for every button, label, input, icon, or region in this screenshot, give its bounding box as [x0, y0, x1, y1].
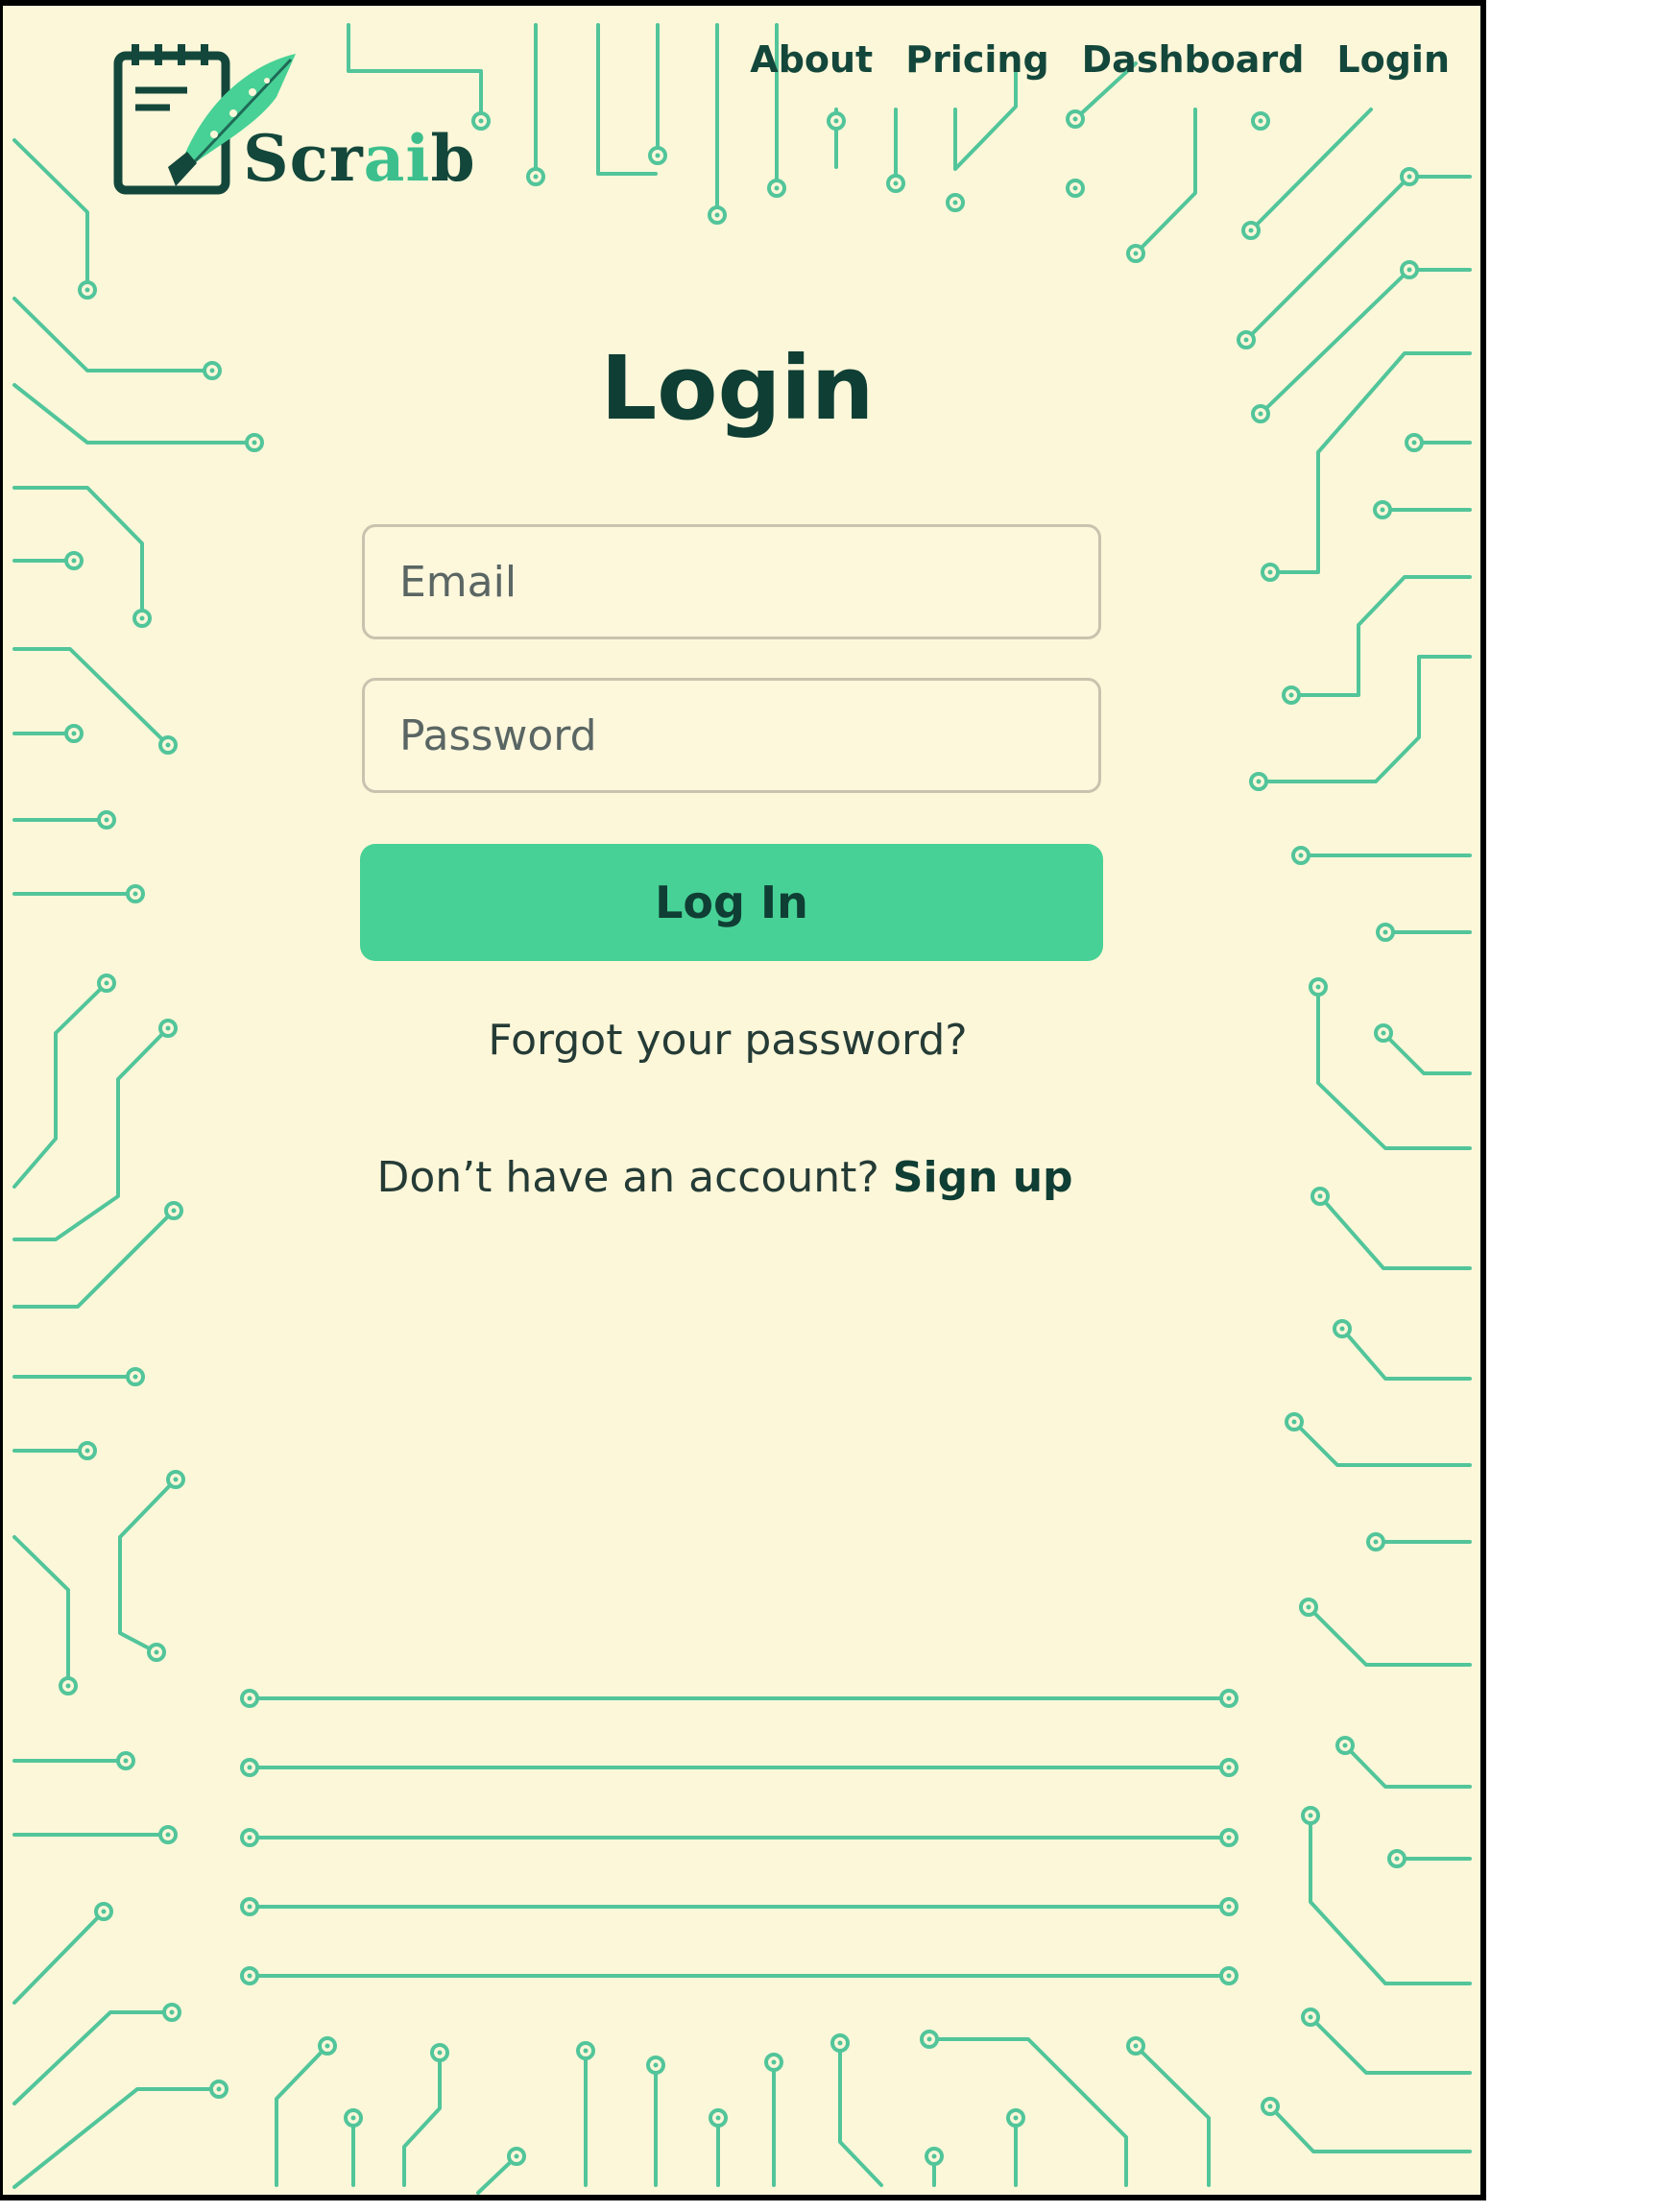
- email-field[interactable]: [362, 524, 1101, 639]
- circuit-background: [12, 23, 1472, 2195]
- brand-name-part: b: [430, 121, 476, 196]
- brand-name-highlight: ai: [363, 121, 431, 196]
- nav-about[interactable]: About: [750, 38, 873, 81]
- nav-dashboard[interactable]: Dashboard: [1082, 38, 1305, 81]
- nav-pricing[interactable]: Pricing: [905, 38, 1048, 81]
- password-field[interactable]: [362, 678, 1101, 793]
- signup-row: Don’t have an account? Sign up: [3, 1153, 1447, 1202]
- page-frame: Scraib About Pricing Dashboard Login Log…: [0, 0, 1486, 2200]
- nav-login[interactable]: Login: [1336, 38, 1450, 81]
- signup-link[interactable]: Sign up: [893, 1153, 1073, 1202]
- page-title: Login: [600, 337, 875, 440]
- brand-name-part: Scr: [243, 121, 364, 196]
- forgot-password-link[interactable]: Forgot your password?: [3, 1016, 1453, 1065]
- top-nav: About Pricing Dashboard Login: [717, 38, 1450, 81]
- log-in-button[interactable]: Log In: [360, 844, 1103, 961]
- brand-name[interactable]: Scraib: [243, 121, 476, 196]
- signup-prompt: Don’t have an account?: [376, 1153, 879, 1202]
